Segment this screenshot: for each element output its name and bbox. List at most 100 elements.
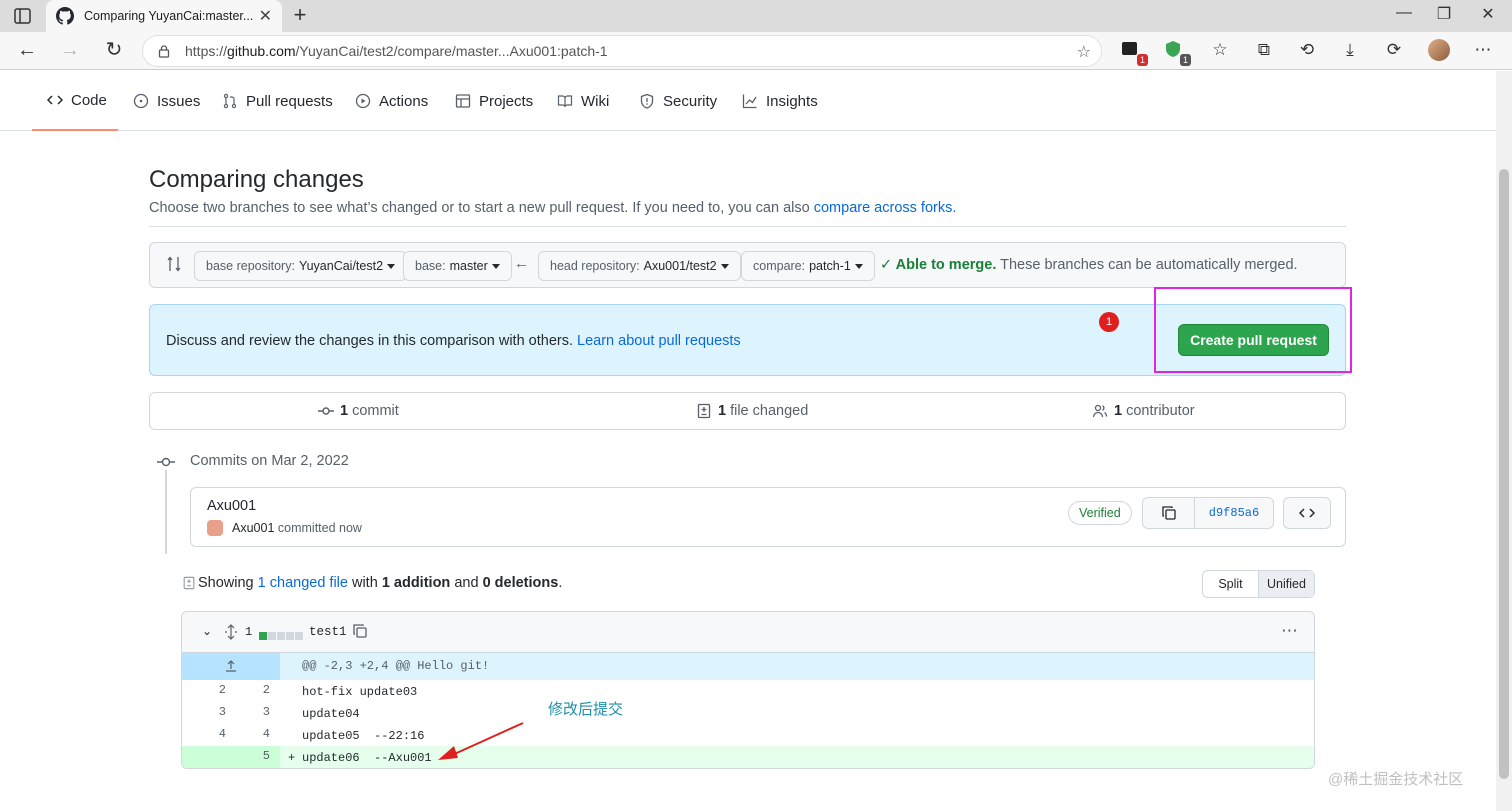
code-icon: [1298, 508, 1316, 518]
commit-author[interactable]: Axu001: [232, 521, 274, 535]
diff-line: 22 hot-fix update03: [218, 683, 418, 699]
url-text: https://github.com/YuyanCai/test2/compar…: [185, 43, 608, 59]
favorites-icon[interactable]: ☆: [1207, 38, 1233, 64]
extension-shield-icon[interactable]: 1: [1163, 39, 1191, 66]
hunk-header: @@ -2,3 +2,4 @@ Hello git!: [182, 653, 1314, 680]
page-subtitle: Choose two branches to see what’s change…: [149, 200, 957, 216]
merge-status: ✓ Able to merge. These branches can be a…: [880, 257, 1298, 273]
tab-code[interactable]: Code: [32, 71, 118, 131]
tab-wiki[interactable]: Wiki: [557, 71, 609, 131]
expand-all-icon[interactable]: [224, 624, 238, 640]
refresh-icon[interactable]: ↻: [101, 38, 127, 64]
verified-badge[interactable]: Verified: [1068, 501, 1132, 525]
base-repo-select[interactable]: base repository: YuyanCai/test2: [194, 251, 408, 281]
copy-path-icon[interactable]: [352, 623, 368, 639]
browse-repo-button[interactable]: [1283, 497, 1331, 529]
diff-stats: Showing 1 changed file with 1 addition a…: [182, 575, 562, 591]
expand-up-button[interactable]: [182, 653, 280, 680]
copy-sha-button[interactable]: [1143, 498, 1195, 528]
shield-icon: [640, 93, 654, 109]
commit-title[interactable]: Axu001: [207, 498, 256, 514]
people-icon: [1092, 404, 1108, 418]
page-scrollbar[interactable]: [1496, 71, 1512, 811]
compare-arrows-icon: [167, 256, 181, 272]
learn-pr-link[interactable]: Learn about pull requests: [577, 333, 741, 349]
unified-view-button[interactable]: Unified: [1258, 571, 1314, 597]
back-icon[interactable]: ←: [14, 38, 40, 64]
file-header: ⌄ 1 test1 ⋯: [182, 612, 1314, 653]
arrow-left-icon: ←: [514, 255, 529, 272]
tab-actions[interactable]: Actions: [355, 71, 428, 131]
tab-close-icon[interactable]: ✕: [259, 6, 272, 26]
tab-security[interactable]: Security: [639, 71, 717, 131]
repo-nav: Code Issues Pull requests Actions Projec…: [0, 71, 1496, 131]
divider: [149, 226, 1346, 227]
check-icon: ✓: [880, 257, 896, 273]
commit-sha-link[interactable]: d9f85a6: [1195, 498, 1273, 528]
chevron-down-icon[interactable]: ⌄: [202, 624, 212, 638]
file-diff-icon: [697, 403, 711, 419]
diffstat-blocks: [259, 627, 303, 643]
performance-icon[interactable]: ⟳: [1381, 38, 1407, 64]
watermark: @稀土掘金技术社区: [1328, 771, 1464, 788]
address-bar[interactable]: https://github.com/YuyanCai/test2/compar…: [142, 35, 1102, 67]
commit-item: Axu001 Axu001 committed now Verified d9f…: [190, 487, 1346, 547]
scrollbar-thumb[interactable]: [1499, 169, 1509, 779]
collections-icon[interactable]: ⧉: [1251, 38, 1277, 64]
commit-meta: Axu001 committed now: [207, 520, 362, 536]
contributors-count[interactable]: 1 contributor: [1092, 403, 1195, 419]
browser-tabstrip: Comparing YuyanCai:master...Axu001:patch…: [0, 0, 1512, 32]
timeline-line: [165, 470, 167, 554]
profile-avatar[interactable]: [1428, 39, 1450, 61]
range-editor: base repository: YuyanCai/test2 base: mast…: [149, 242, 1346, 288]
window-close-icon[interactable]: ✕: [1476, 4, 1500, 28]
github-icon: [56, 7, 74, 25]
forward-icon[interactable]: →: [57, 38, 83, 64]
commits-count[interactable]: 1 commit: [318, 403, 399, 419]
tab-projects[interactable]: Projects: [455, 71, 533, 131]
commits-date-heading: Commits on Mar 2, 2022: [190, 453, 349, 469]
more-menu-icon[interactable]: ⋯: [1470, 38, 1496, 64]
table-icon: [455, 94, 471, 108]
base-branch-select[interactable]: base: master: [403, 251, 512, 281]
changed-files-link[interactable]: 1 changed file: [258, 575, 348, 591]
download-icon[interactable]: ⤓: [1337, 38, 1363, 64]
add-favorite-icon[interactable]: ☆: [1077, 42, 1091, 62]
file-options-icon[interactable]: ⋯: [1281, 621, 1298, 641]
diff-line-addition: 5 + update06 --Axu001: [182, 746, 1314, 768]
compare-branch-select[interactable]: compare: patch-1: [741, 251, 875, 281]
diff-view-toggle: Split Unified: [1202, 570, 1315, 598]
tab-actions-icon[interactable]: [12, 6, 34, 26]
files-changed-count[interactable]: 1 file changed: [696, 403, 808, 419]
browser-tab[interactable]: Comparing YuyanCai:master...Axu001:patch…: [46, 0, 282, 32]
commit-timeline-icon: [157, 457, 175, 467]
new-tab-icon[interactable]: +: [288, 4, 312, 28]
tab-issues[interactable]: Issues: [133, 71, 200, 131]
tab-insights[interactable]: Insights: [742, 71, 818, 131]
tab-title: Comparing YuyanCai:master...Axu001:patch…: [84, 9, 253, 23]
tab-pull-requests[interactable]: Pull requests: [222, 71, 333, 131]
restore-icon[interactable]: ❐: [1432, 4, 1456, 28]
code-icon: [47, 95, 63, 105]
split-view-button[interactable]: Split: [1203, 571, 1258, 597]
extension-icon[interactable]: 1: [1120, 39, 1148, 66]
file-name[interactable]: test1: [309, 625, 347, 639]
annotation-arrow-icon: [438, 722, 524, 760]
book-icon: [557, 95, 573, 108]
compare-forks-link[interactable]: compare across forks.: [814, 200, 957, 216]
create-pull-request-button[interactable]: Create pull request: [1178, 324, 1329, 356]
history-icon[interactable]: ⟲: [1294, 38, 1320, 64]
step-badge: 1: [1099, 312, 1119, 332]
author-avatar[interactable]: [207, 520, 223, 536]
head-repo-select[interactable]: head repository: Axu001/test2: [538, 251, 741, 281]
minimize-icon[interactable]: —: [1392, 4, 1416, 28]
browser-toolbar: ← → ↻ https://github.com/YuyanCai/test2/…: [0, 32, 1512, 70]
diff-line: 44 update05 --22:16: [218, 727, 425, 743]
commit-time: committed now: [277, 521, 362, 535]
flash-message: Discuss and review the changes in this c…: [166, 333, 573, 349]
sha-group: d9f85a6: [1142, 497, 1274, 529]
compare-summary: 1 commit 1 file changed 1 contributor: [149, 392, 1346, 430]
commit-icon: [318, 407, 334, 415]
play-icon: [355, 93, 371, 109]
expand-up-icon: [226, 660, 236, 672]
